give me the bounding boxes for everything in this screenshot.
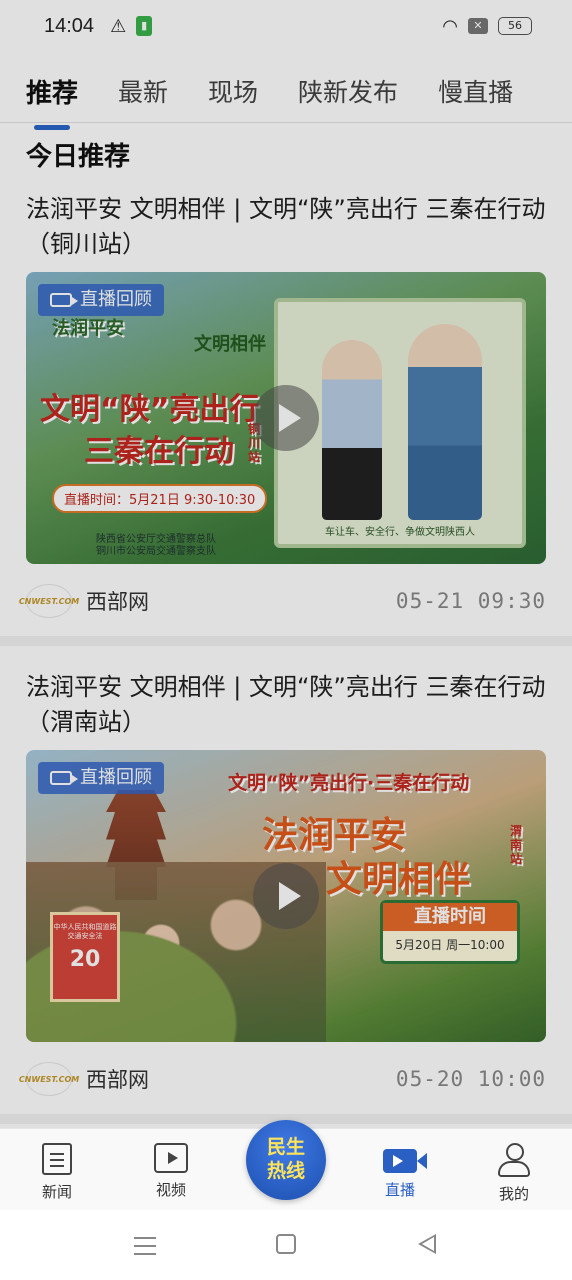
- profile-icon: [498, 1143, 530, 1177]
- hotline-label: 民生: [266, 1136, 305, 1158]
- nav-item-news[interactable]: 新闻: [17, 1143, 97, 1202]
- play-icon[interactable]: [253, 863, 319, 929]
- tab-slow-live[interactable]: 慢直播: [438, 73, 513, 109]
- hotline-label: 热线: [266, 1160, 305, 1182]
- source-name[interactable]: 西部网: [86, 1064, 149, 1094]
- police-host-figure: [322, 340, 382, 520]
- nav-label: 视频: [155, 1181, 186, 1199]
- app-notification-icon: ▮: [136, 16, 153, 36]
- warning-icon: ⚠: [110, 15, 127, 37]
- card-thumbnail[interactable]: 中华人民共和国道路交通安全法 20 文明“陕”亮出行·三秦在行动 法润平安 文明…: [26, 750, 546, 1042]
- tab-recommend[interactable]: 推荐: [26, 73, 78, 130]
- card-thumbnail[interactable]: 法润平安 文明相伴 文明“陕”亮出行 三秦在行动 铜川站 直播时间：5月21日 …: [26, 272, 546, 564]
- news-icon: [42, 1143, 72, 1175]
- host-figure: [408, 324, 482, 520]
- tab-scene[interactable]: 现场: [208, 73, 258, 109]
- poster-heading: 文明相伴: [194, 334, 266, 355]
- section-title: 今日推荐: [26, 142, 131, 172]
- publish-date: 05-21 09:30: [395, 589, 546, 613]
- poster-heading: 法润平安: [52, 318, 124, 339]
- card-meta: CNWEST.COM 西部网 05-21 09:30: [19, 581, 546, 621]
- camera-icon: [50, 293, 78, 307]
- card-meta: CNWEST.COM 西部网 05-20 10:00: [19, 1059, 546, 1099]
- nav-label: 新闻: [41, 1183, 72, 1201]
- poster-org: 铜川市公安局交通警察支队: [96, 546, 216, 557]
- hotline-button[interactable]: 民生 热线: [246, 1120, 326, 1200]
- poster-time-title: 直播时间: [383, 903, 517, 931]
- tab-shaanxi-release[interactable]: 陕新发布: [298, 73, 398, 109]
- poster-slogan: 车让车、安全行、争做文明陕西人: [325, 527, 475, 538]
- nav-item-live[interactable]: 直播: [360, 1143, 440, 1200]
- tab-latest[interactable]: 最新: [118, 73, 168, 109]
- poster-heading: 文明相伴: [326, 859, 471, 900]
- poster-heading: 文明“陕”亮出行·三秦在行动: [228, 772, 470, 794]
- replay-badge-label: 直播回顾: [80, 767, 152, 788]
- nav-item-video[interactable]: 视频: [131, 1143, 211, 1200]
- camera-icon: [50, 771, 78, 785]
- poster-time-box: 直播时间 5月20日 周一10:00: [380, 900, 520, 964]
- nav-label: 直播: [384, 1181, 415, 1199]
- publish-date: 05-20 10:00: [395, 1067, 546, 1091]
- replay-badge: 直播回顾: [38, 284, 164, 316]
- poster-law-book: 中华人民共和国道路交通安全法 20: [50, 912, 120, 1002]
- replay-badge: 直播回顾: [38, 762, 164, 794]
- home-icon[interactable]: [276, 1234, 296, 1254]
- channel-tabs: 推荐 最新 现场 陕新发布 慢直播: [0, 60, 572, 130]
- wifi-icon: ◠: [442, 15, 458, 37]
- live-icon: [383, 1149, 427, 1173]
- poster-station: 渭南站: [510, 824, 523, 866]
- nav-label: 我的: [498, 1185, 529, 1203]
- battery-icon: 56: [498, 17, 532, 35]
- source-logo: CNWEST.COM: [19, 1062, 79, 1096]
- poster-time-value: 5月20日 周一10:00: [395, 938, 505, 952]
- video-icon: [154, 1143, 188, 1173]
- card-title[interactable]: 法润平安 文明相伴 | 文明“陕”亮出行 三秦在行动（铜川站）: [26, 192, 546, 262]
- status-bar: 14:04 ⚠ ▮ ◠ ✕ 56: [0, 0, 572, 52]
- nav-item-profile[interactable]: 我的: [474, 1143, 554, 1204]
- card-title[interactable]: 法润平安 文明相伴 | 文明“陕”亮出行 三秦在行动（渭南站）: [26, 670, 546, 740]
- replay-badge-label: 直播回顾: [80, 289, 152, 310]
- status-time: 14:04: [44, 14, 95, 37]
- play-icon[interactable]: [253, 385, 319, 451]
- source-name[interactable]: 西部网: [86, 586, 149, 616]
- tab-divider: [0, 122, 572, 123]
- system-nav-bar: [0, 1210, 572, 1280]
- no-sim-icon: ✕: [468, 18, 488, 34]
- card-separator: [0, 636, 572, 646]
- source-logo: CNWEST.COM: [19, 584, 79, 618]
- menu-icon[interactable]: [134, 1234, 156, 1256]
- back-icon[interactable]: [418, 1234, 436, 1254]
- poster-heading: 文明“陕”亮出行: [40, 392, 260, 427]
- poster-time-chip: 直播时间：5月21日 9:30-10:30: [52, 484, 268, 513]
- poster-heading: 三秦在行动: [84, 434, 234, 469]
